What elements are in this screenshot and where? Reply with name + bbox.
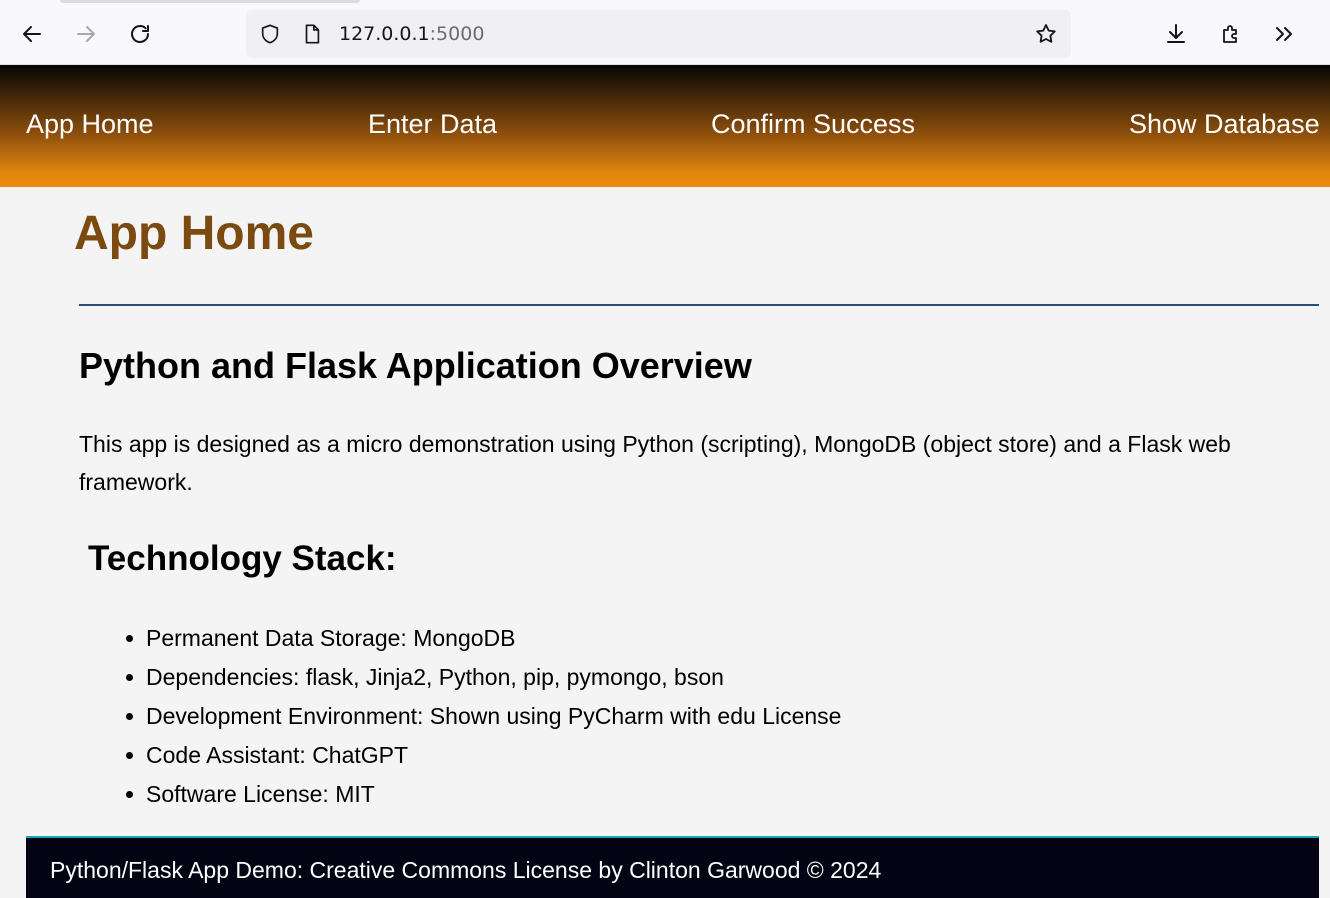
active-tab-edge <box>60 0 360 3</box>
page-icon[interactable] <box>300 22 324 46</box>
intro-paragraph: This app is designed as a micro demonstr… <box>79 431 1231 495</box>
extensions-button[interactable] <box>1214 17 1248 51</box>
back-icon <box>23 26 41 42</box>
list-item: Code Assistant: ChatGPT <box>125 737 841 776</box>
section-title: Python and Flask Application Overview <box>79 345 752 386</box>
forward-button[interactable] <box>69 17 103 51</box>
reload-icon <box>131 25 149 43</box>
url-host: 127.0.0.1 <box>339 23 430 45</box>
site-footer: Python/Flask App Demo: Creative Commons … <box>26 836 1319 898</box>
site-nav: App Home Enter Data Confirm Success Show… <box>0 65 1330 187</box>
nav-link-show-database[interactable]: Show Database <box>1129 109 1320 140</box>
reload-button[interactable] <box>123 17 157 51</box>
back-button[interactable] <box>15 17 49 51</box>
browser-toolbar: 127.0.0.1:5000 <box>0 0 1330 65</box>
list-item: Permanent Data Storage: MongoDB <box>125 620 841 659</box>
forward-icon <box>77 26 95 42</box>
divider <box>79 304 1319 306</box>
overflow-icon <box>1276 27 1292 41</box>
url-text[interactable]: 127.0.0.1:5000 <box>339 23 484 45</box>
download-icon <box>1167 24 1185 43</box>
list-item: Development Environment: Shown using PyC… <box>125 698 841 737</box>
extensions-icon <box>1223 25 1237 43</box>
nav-link-enter-data[interactable]: Enter Data <box>368 109 497 140</box>
page-title: App Home <box>74 207 314 260</box>
nav-link-app-home[interactable]: App Home <box>26 109 154 140</box>
url-port: :5000 <box>429 23 485 45</box>
stack-title: Technology Stack: <box>88 539 397 578</box>
stack-list: Permanent Data Storage: MongoDB Dependen… <box>125 620 841 815</box>
nav-link-confirm-success[interactable]: Confirm Success <box>711 109 915 140</box>
list-item: Software License: MIT <box>125 776 841 815</box>
list-item: Dependencies: flask, Jinja2, Python, pip… <box>125 659 841 698</box>
overflow-menu-button[interactable] <box>1267 17 1301 51</box>
star-icon[interactable] <box>1034 22 1058 46</box>
shield-icon[interactable] <box>258 22 282 46</box>
downloads-button[interactable] <box>1159 17 1193 51</box>
url-bar[interactable]: 127.0.0.1:5000 <box>246 10 1071 58</box>
footer-text: Python/Flask App Demo: Creative Commons … <box>50 857 882 883</box>
